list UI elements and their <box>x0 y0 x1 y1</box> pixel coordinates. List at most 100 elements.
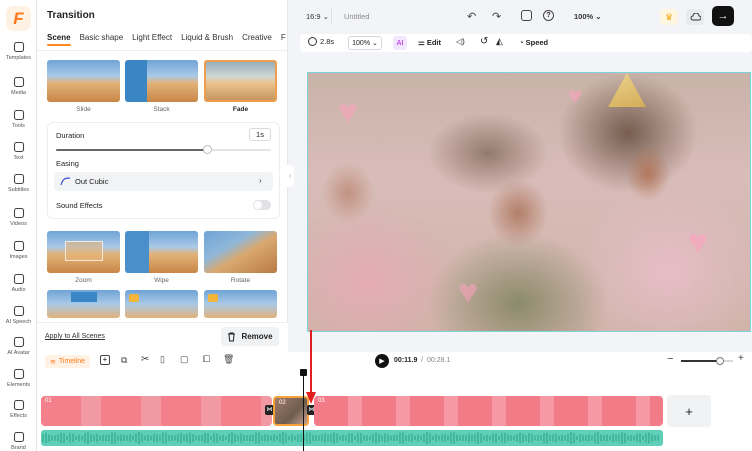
duration-handle[interactable] <box>202 145 212 154</box>
rail-item-videos[interactable]: Videos <box>0 206 37 236</box>
rail-item-ai-avatar[interactable]: AI Avatar <box>0 335 37 365</box>
duration-slider[interactable] <box>56 145 271 154</box>
apply-to-all-link[interactable]: Apply to All Scenes <box>45 333 105 340</box>
delete-icon[interactable]: 🗑 <box>223 354 234 365</box>
speed-label: Speed <box>525 38 549 47</box>
premium-crown-icon <box>129 294 139 302</box>
edit-button[interactable]: ⚌ Edit <box>418 38 441 47</box>
rail-label: AI Avatar <box>7 350 30 356</box>
transition-stack[interactable] <box>125 60 198 102</box>
label-stack: Stack <box>153 106 170 113</box>
transition-slide[interactable] <box>47 60 120 102</box>
duration-value[interactable]: 1s <box>249 128 271 141</box>
collapse-panel-handle[interactable]: ‹ <box>286 165 294 187</box>
zoom-in-icon[interactable]: + <box>738 353 744 364</box>
videos-icon <box>12 206 26 219</box>
play-icon: ▶ <box>379 358 385 365</box>
cloud-icon[interactable] <box>686 9 704 25</box>
crown-icon[interactable]: ♛ <box>660 9 678 25</box>
rail-item-subtitles[interactable]: Subtitles <box>0 172 37 202</box>
transition-row3-3[interactable] <box>204 290 277 318</box>
zoom-out-icon[interactable]: − <box>667 353 673 365</box>
brand-icon <box>12 430 26 443</box>
redo-icon[interactable]: ↷ <box>492 10 501 23</box>
easing-value: Out Cubic <box>75 177 109 186</box>
transition-zoom[interactable] <box>47 231 120 273</box>
aspect-ratio-value: 16:9 <box>306 12 321 21</box>
effects-icon <box>12 398 26 411</box>
tabs-divider <box>37 50 288 51</box>
zoom-select[interactable]: 100% ⌄ <box>574 12 602 21</box>
timeline-tab[interactable]: ≋ Timeline <box>45 355 91 368</box>
preview-zoom-select[interactable]: 100% ⌄ <box>348 36 382 50</box>
tab-scene[interactable]: Scene <box>47 33 71 46</box>
clock-icon <box>308 37 317 46</box>
undo-icon[interactable]: ↶ <box>467 10 476 23</box>
clip-01[interactable]: 01 <box>41 396 272 426</box>
images-icon <box>12 239 26 252</box>
rail-item-elements[interactable]: Elements <box>0 367 37 397</box>
rail-item-effects[interactable]: Effects <box>0 398 37 428</box>
rail-label: Images <box>9 254 28 260</box>
clip-number: 02 <box>279 400 286 406</box>
rail-item-images[interactable]: Images <box>0 239 37 269</box>
speed-button[interactable]: ◔ Speed <box>519 38 548 47</box>
timeline-toolbar: ≋ Timeline + ⧉ ✂ ▯ ▢ ⧠ 🗑 ▶ 00:11.9 / 00:2… <box>37 352 752 370</box>
split-icon[interactable]: ⧉ <box>121 355 127 366</box>
app-logo[interactable]: F <box>6 6 31 31</box>
transition-wipe[interactable] <box>125 231 198 273</box>
volume-icon[interactable]: ◁) <box>456 37 465 46</box>
add-clip-button[interactable]: + <box>667 395 711 427</box>
transition-rotate[interactable] <box>204 231 277 273</box>
preview-canvas[interactable]: ♥ ♥ ♥ ♥ <box>307 72 751 332</box>
speedometer-icon: ◔ <box>519 38 524 47</box>
ai-speech-icon <box>12 304 26 317</box>
tab-creative[interactable]: Creative <box>242 33 272 42</box>
zoom-value: 100% <box>574 12 594 21</box>
ai-magic-icon[interactable]: AI <box>393 36 407 50</box>
duration-label: Duration <box>56 131 85 140</box>
panel-title: Transition <box>47 10 95 21</box>
tab-liquid-brush[interactable]: Liquid & Brush <box>181 33 233 42</box>
help-icon[interactable]: ? <box>543 10 554 21</box>
toggle-knob <box>254 201 262 209</box>
rail-item-text[interactable]: Text <box>0 140 37 170</box>
timeline-zoom-handle[interactable] <box>716 357 724 365</box>
rail-item-tools[interactable]: Tools <box>0 108 37 138</box>
rail-item-audio[interactable]: Audio <box>0 272 37 302</box>
clip-duration[interactable]: 2.8s <box>308 37 334 46</box>
flip-icon[interactable]: ◭ <box>496 36 503 47</box>
tab-light-effect[interactable]: Light Effect <box>132 33 172 42</box>
transition-row3-1[interactable] <box>47 290 120 318</box>
audio-track[interactable] <box>41 430 663 446</box>
aspect-ratio-select[interactable]: 16:9 ⌄ <box>306 12 329 21</box>
add-icon[interactable]: + <box>100 355 110 365</box>
export-button[interactable]: → <box>712 6 734 26</box>
tab-basic-shape[interactable]: Basic shape <box>80 33 124 42</box>
transition-settings: Duration 1s Easing Out Cubic › Sound Eff… <box>47 122 280 219</box>
project-name[interactable]: Untitled <box>344 12 369 21</box>
rail-item-ai-speech[interactable]: AI Speech <box>0 304 37 334</box>
screenshot-icon[interactable] <box>521 10 532 21</box>
rotate-icon[interactable]: ↺ <box>480 36 488 47</box>
subtitles-icon <box>12 172 26 185</box>
clip-03[interactable]: 03 <box>314 396 663 426</box>
crop-icon[interactable]: ▯ <box>160 354 165 365</box>
timeline-zoom-slider[interactable] <box>681 357 733 365</box>
duplicate-icon[interactable]: ⧠ <box>203 354 210 365</box>
caption-icon[interactable]: ▢ <box>180 354 189 365</box>
transition-fade[interactable] <box>204 60 277 102</box>
heart-overlay: ♥ <box>688 223 709 261</box>
sound-effects-toggle[interactable] <box>253 200 271 210</box>
transition-row3-2[interactable] <box>125 290 198 318</box>
rail-item-brand[interactable]: Brand <box>0 430 37 451</box>
arrow-right-icon: → <box>717 10 729 22</box>
rail-item-media[interactable]: Media <box>0 75 37 105</box>
easing-select[interactable]: Out Cubic › <box>54 172 273 191</box>
rail-item-templates[interactable]: Templates <box>0 40 37 70</box>
label-wipe: Wipe <box>154 277 169 284</box>
scissors-icon[interactable]: ✂ <box>141 354 149 365</box>
tab-more[interactable]: F <box>281 33 286 42</box>
play-button[interactable]: ▶ <box>375 354 389 368</box>
remove-button[interactable]: Remove <box>221 327 279 346</box>
